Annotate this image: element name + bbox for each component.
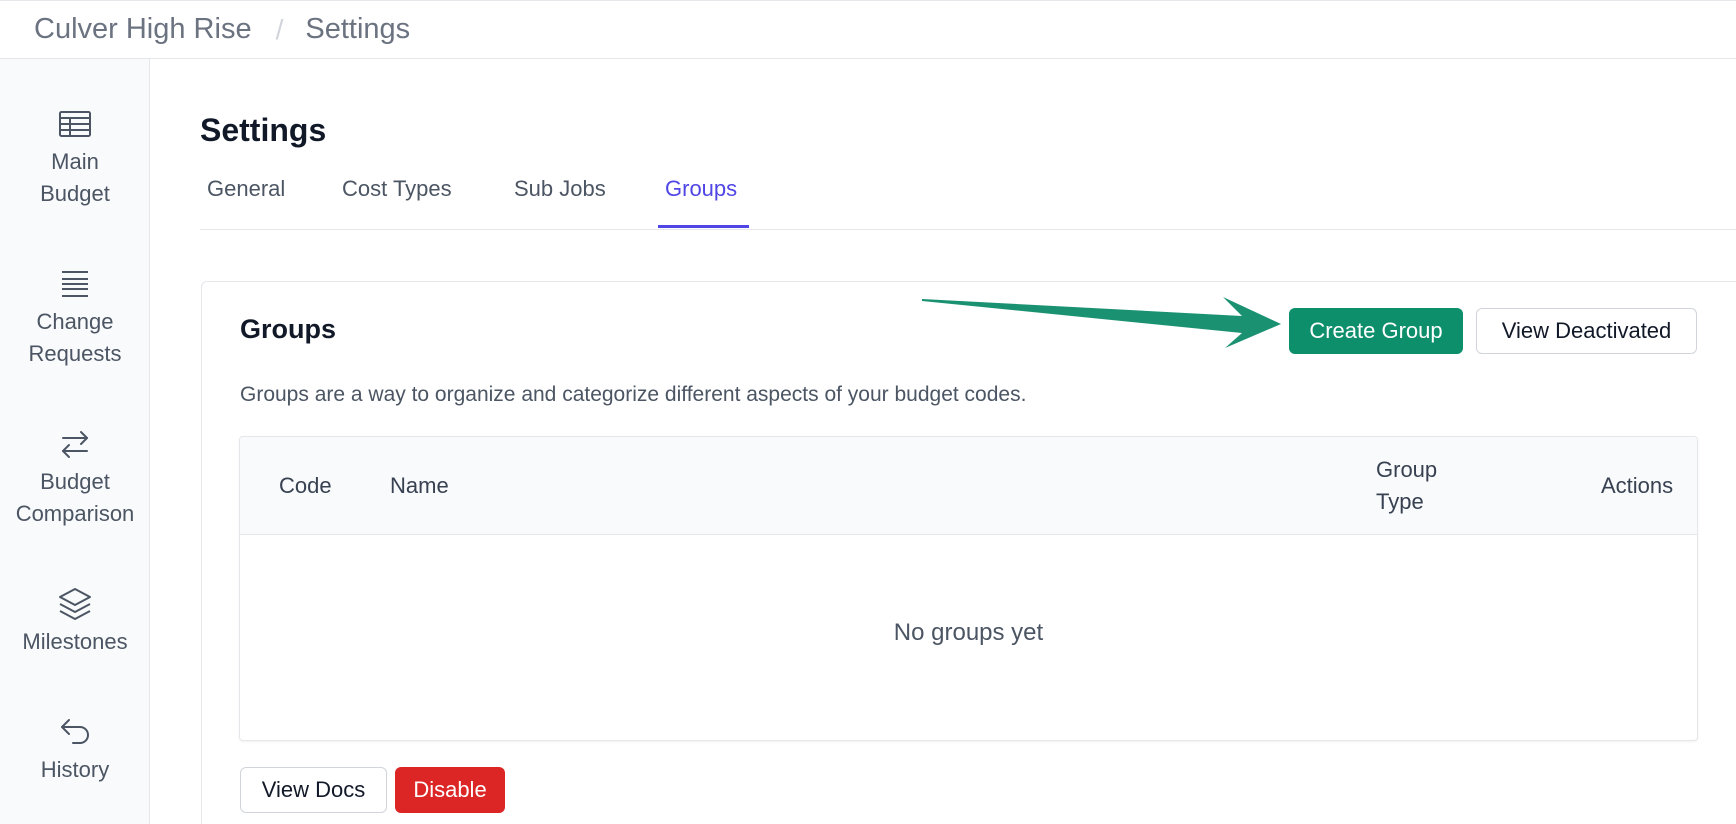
breadcrumb: Culver High Rise / Settings	[0, 0, 1736, 59]
column-header-group-type[interactable]: Group Type	[1376, 454, 1437, 518]
column-header-name[interactable]: Name	[390, 470, 449, 502]
sidebar-item-label: Milestones	[22, 629, 128, 654]
page-title: Settings	[200, 112, 327, 148]
breadcrumb-current-page: Settings	[305, 13, 411, 45]
sidebar-item-budget-comparison[interactable]: Budget Comparison	[0, 424, 150, 530]
view-docs-button[interactable]: View Docs	[240, 767, 387, 813]
empty-state-message: No groups yet	[893, 619, 1044, 646]
sidebar-item-main-budget[interactable]: Main Budget	[0, 104, 150, 210]
table-header: Code Name Group Type Actions	[240, 437, 1697, 535]
sidebar-item-history[interactable]: History	[0, 712, 150, 786]
sidebar-item-label: Budget Comparison	[15, 469, 135, 526]
list-icon	[62, 271, 88, 297]
breadcrumb-separator: /	[275, 13, 284, 45]
sidebar-item-label: Main Budget	[40, 149, 110, 206]
column-header-actions: Actions	[1601, 473, 1674, 498]
view-deactivated-button[interactable]: View Deactivated	[1476, 308, 1697, 354]
sidebar: Main Budget Change Requests Budget Compa…	[0, 59, 150, 824]
undo-arrow-icon	[61, 719, 89, 744]
column-header-code[interactable]: Code	[279, 470, 332, 502]
tab-cost-types[interactable]: Cost Types	[342, 176, 452, 202]
disable-button[interactable]: Disable	[395, 767, 505, 813]
create-group-button[interactable]: Create Group	[1289, 308, 1463, 354]
arrows-left-right-icon	[62, 431, 88, 458]
table-icon	[59, 111, 91, 137]
tab-groups[interactable]: Groups	[665, 176, 737, 202]
tab-sub-jobs[interactable]: Sub Jobs	[514, 176, 606, 202]
sidebar-item-label: History	[40, 757, 110, 782]
settings-tabs: General Cost Types Sub Jobs Groups	[200, 168, 1736, 230]
tab-general[interactable]: General	[207, 176, 285, 202]
active-tab-indicator	[658, 225, 749, 228]
sidebar-item-label: Change Requests	[28, 309, 122, 366]
breadcrumb-project[interactable]: Culver High Rise	[34, 13, 252, 46]
sidebar-item-change-requests[interactable]: Change Requests	[0, 264, 150, 370]
groups-table: Code Name Group Type Actions No groups y…	[239, 436, 1698, 741]
sidebar-item-milestones[interactable]: Milestones	[0, 584, 150, 658]
groups-description: Groups are a way to organize and categor…	[240, 383, 1027, 406]
layers-icon	[59, 588, 91, 620]
groups-card-title: Groups	[240, 314, 337, 344]
